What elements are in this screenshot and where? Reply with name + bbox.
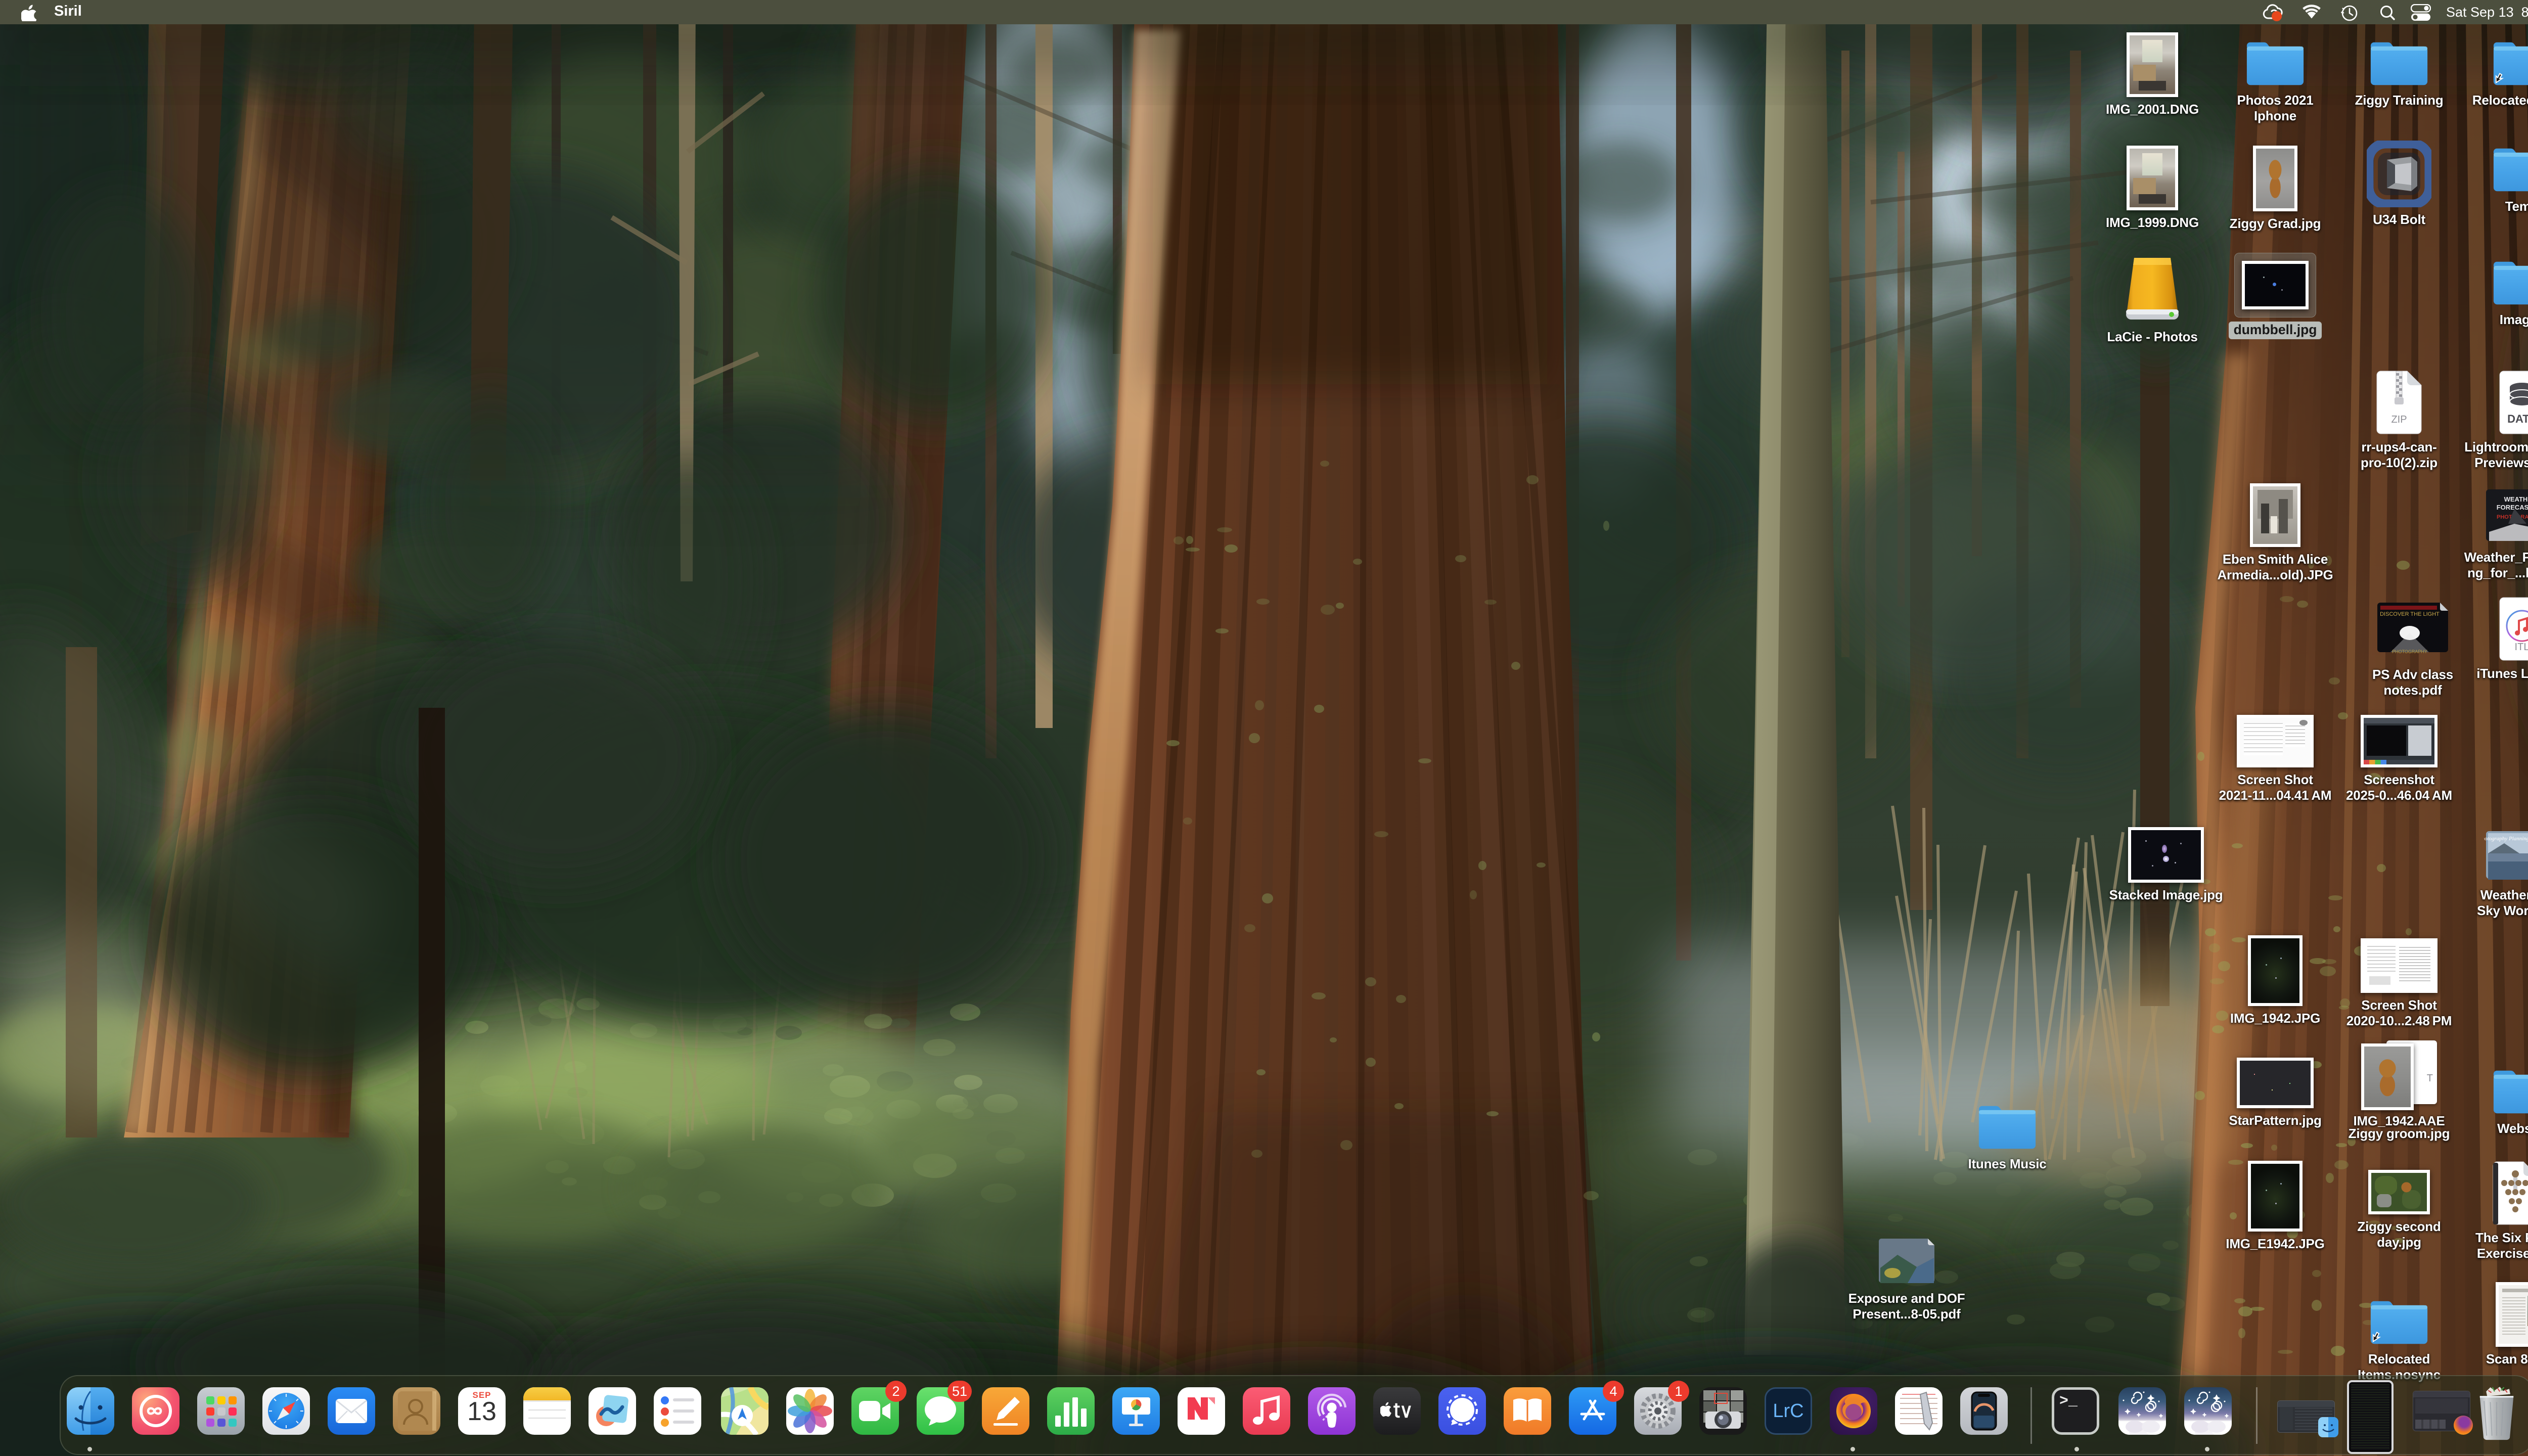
svg-text:DATA: DATA bbox=[2507, 413, 2528, 425]
svg-text:PHOTOGRAPHY: PHOTOGRAPHY bbox=[2392, 649, 2427, 654]
svg-text:ZIP: ZIP bbox=[2391, 414, 2407, 425]
svg-text:FORECASTING: FORECASTING bbox=[2497, 504, 2528, 511]
svg-text:Photography Planning: Weather: Photography Planning: Weather & bbox=[2484, 836, 2528, 842]
svg-text:DISCOVER THE LIGHT: DISCOVER THE LIGHT bbox=[2380, 611, 2440, 617]
svg-text:WEATHER: WEATHER bbox=[2504, 495, 2528, 503]
svg-text:ITL: ITL bbox=[2515, 642, 2528, 653]
